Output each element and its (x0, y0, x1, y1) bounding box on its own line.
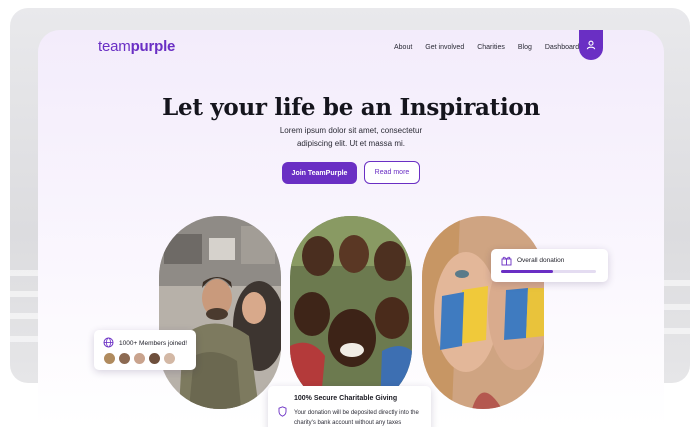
shield-icon (278, 406, 287, 417)
avatar (119, 353, 130, 364)
gift-icon (501, 256, 512, 266)
main-navigation: About Get involved Charities Blog Dashbo… (394, 44, 579, 51)
nav-about[interactable]: About (394, 44, 412, 51)
children-group-photo (290, 216, 412, 409)
overall-donation-label: Overall donation (517, 257, 565, 264)
user-icon (586, 40, 596, 50)
members-joined-card: 1000+ Members joined! (94, 330, 196, 370)
join-button[interactable]: Join TeamPurple (282, 162, 357, 184)
hero-subtitle: Lorem ipsum dolor sit amet, consectetur … (279, 126, 423, 148)
team-purple-logo[interactable]: teampurple (98, 38, 175, 55)
hero-title: Let your life be an Inspiration (162, 94, 540, 121)
profile-button[interactable] (579, 30, 603, 60)
secure-giving-card: 100% Secure Charitable Giving Your donat… (268, 386, 431, 427)
avatar (134, 353, 145, 364)
nav-get-involved[interactable]: Get involved (425, 44, 464, 51)
members-joined-label: 1000+ Members joined! (119, 340, 188, 347)
read-more-button[interactable]: Read more (364, 161, 420, 184)
soldier-family-photo (159, 216, 281, 409)
secure-giving-title: 100% Secure Charitable Giving (294, 395, 398, 402)
landing-page: teampurple About Get involved Charities … (38, 30, 664, 427)
donation-progress-fill (501, 270, 554, 273)
nav-blog[interactable]: Blog (518, 44, 532, 51)
member-avatars (104, 353, 175, 364)
globe-icon (103, 337, 114, 348)
donation-progress-bar (501, 270, 596, 273)
secure-giving-text: Your donation will be deposited directly… (294, 410, 419, 426)
painted-face-girls-photo (422, 216, 544, 409)
overall-donation-card: Overall donation (491, 249, 608, 282)
nav-charities[interactable]: Charities (477, 44, 505, 51)
avatar (164, 353, 175, 364)
nav-dashboard[interactable]: Dashboard (545, 44, 579, 51)
avatar (104, 353, 115, 364)
avatar (149, 353, 160, 364)
